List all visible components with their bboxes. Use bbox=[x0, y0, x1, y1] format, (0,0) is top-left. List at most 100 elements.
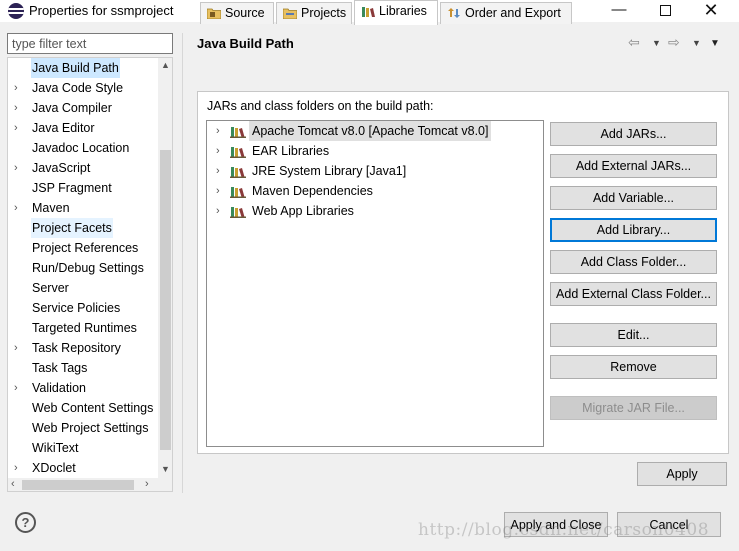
tree-item-label: Java Code Style bbox=[32, 81, 124, 95]
expand-chevron-icon[interactable]: › bbox=[14, 378, 24, 398]
tree-item-label: Task Repository bbox=[32, 341, 121, 355]
library-item[interactable]: › Web App Libraries bbox=[207, 201, 537, 221]
tab-projects[interactable]: Projects bbox=[276, 2, 352, 24]
tree-item-label: Validation bbox=[32, 381, 86, 395]
vertical-scroll-thumb[interactable] bbox=[160, 150, 171, 450]
back-dropdown-icon[interactable]: ▼ bbox=[652, 38, 661, 48]
projects-folder-icon bbox=[283, 8, 297, 19]
tree-item-label: XDoclet bbox=[32, 461, 76, 475]
add-jars-button[interactable]: Add JARs... bbox=[550, 122, 717, 146]
tree-item[interactable]: › Java Code Style bbox=[8, 78, 158, 98]
close-button[interactable]: ✕ bbox=[688, 0, 734, 22]
scroll-up-icon[interactable]: ▲ bbox=[161, 60, 170, 70]
add-variable-button[interactable]: Add Variable... bbox=[550, 186, 717, 210]
library-item[interactable]: › JRE System Library [Java1] bbox=[207, 161, 537, 181]
library-jar-icon bbox=[230, 167, 246, 178]
tab-source[interactable]: Source bbox=[200, 2, 274, 24]
tree-item[interactable]: Server bbox=[8, 278, 158, 298]
tree-item-label: Service Policies bbox=[32, 301, 121, 315]
minimize-button[interactable]: — bbox=[596, 0, 642, 22]
tree-item[interactable]: Service Policies bbox=[8, 298, 158, 318]
tab-libraries[interactable]: Libraries bbox=[354, 0, 438, 25]
tree-item[interactable]: › Task Repository bbox=[8, 338, 158, 358]
tree-item[interactable]: Web Content Settings bbox=[8, 398, 158, 418]
maximize-button[interactable] bbox=[642, 0, 688, 22]
expand-chevron-icon[interactable]: › bbox=[14, 158, 24, 178]
expand-chevron-icon[interactable]: › bbox=[216, 161, 220, 181]
library-item-label: EAR Libraries bbox=[252, 144, 330, 158]
expand-chevron-icon[interactable]: › bbox=[216, 181, 220, 201]
tree-item[interactable]: › JavaScript bbox=[8, 158, 158, 178]
watermark: http://blog.csdn.net/carson0408 bbox=[418, 520, 710, 540]
library-item[interactable]: › Maven Dependencies bbox=[207, 181, 537, 201]
horizontal-scroll-thumb[interactable] bbox=[22, 480, 134, 490]
forward-arrow-icon[interactable]: ⇨ bbox=[668, 34, 680, 51]
library-jar-icon bbox=[230, 127, 246, 138]
expand-chevron-icon[interactable]: › bbox=[14, 118, 24, 138]
tree-item[interactable]: Run/Debug Settings bbox=[8, 258, 158, 278]
apply-button[interactable]: Apply bbox=[637, 462, 727, 486]
maximize-icon bbox=[659, 4, 671, 16]
tree-item[interactable]: Task Tags bbox=[8, 358, 158, 378]
expand-chevron-icon[interactable]: › bbox=[14, 78, 24, 98]
tree-item[interactable]: WikiText bbox=[8, 438, 158, 458]
tree-item-label: WikiText bbox=[32, 441, 79, 455]
tree-item[interactable]: JSP Fragment bbox=[8, 178, 158, 198]
library-item-label: Apache Tomcat v8.0 [Apache Tomcat v8.0] bbox=[249, 121, 492, 141]
eclipse-app-icon bbox=[8, 3, 24, 19]
expand-chevron-icon[interactable]: › bbox=[14, 338, 24, 358]
expand-chevron-icon[interactable]: › bbox=[216, 201, 220, 221]
scroll-right-icon[interactable]: › bbox=[145, 478, 149, 490]
library-item[interactable]: › EAR Libraries bbox=[207, 141, 537, 161]
build-path-label: JARs and class folders on the build path… bbox=[207, 99, 434, 113]
view-menu-icon[interactable]: ▼ bbox=[710, 38, 720, 49]
horizontal-scrollbar[interactable]: ‹ › bbox=[8, 478, 158, 491]
add-external-class-folder-button[interactable]: Add External Class Folder... bbox=[550, 282, 717, 306]
library-jar-icon bbox=[230, 147, 246, 158]
add-external-jars-button[interactable]: Add External JARs... bbox=[550, 154, 717, 178]
add-class-folder-button[interactable]: Add Class Folder... bbox=[550, 250, 717, 274]
tree-item[interactable]: Web Project Settings bbox=[8, 418, 158, 438]
libraries-icon bbox=[362, 7, 375, 17]
tree-item[interactable]: › Java Compiler bbox=[8, 98, 158, 118]
filter-input[interactable] bbox=[7, 33, 173, 54]
library-item[interactable]: › Apache Tomcat v8.0 [Apache Tomcat v8.0] bbox=[207, 121, 537, 141]
tree-item[interactable]: › Maven bbox=[8, 198, 158, 218]
tree-item[interactable]: › Validation bbox=[8, 378, 158, 398]
library-tree[interactable]: › Apache Tomcat v8.0 [Apache Tomcat v8.0]… bbox=[206, 120, 544, 447]
expand-chevron-icon[interactable]: › bbox=[216, 121, 220, 141]
tree-item-label: Java Build Path bbox=[31, 58, 120, 78]
order-export-icon bbox=[448, 8, 460, 18]
vertical-scrollbar[interactable]: ▲ ▼ bbox=[158, 58, 172, 478]
tree-item-label: Targeted Runtimes bbox=[32, 321, 137, 335]
tree-item[interactable]: Javadoc Location bbox=[8, 138, 158, 158]
remove-button[interactable]: Remove bbox=[550, 355, 717, 379]
tab-order-and-export[interactable]: Order and Export bbox=[440, 2, 572, 24]
tree-item[interactable]: Project Facets bbox=[8, 218, 158, 238]
tree-item-label: Project References bbox=[32, 241, 139, 255]
help-icon[interactable]: ? bbox=[15, 512, 36, 533]
add-library-button[interactable]: Add Library... bbox=[550, 218, 717, 242]
library-jar-icon bbox=[230, 187, 246, 198]
tree-item[interactable]: Java Build Path bbox=[8, 58, 158, 78]
forward-dropdown-icon[interactable]: ▼ bbox=[692, 38, 701, 48]
tree-item[interactable]: › Java Editor bbox=[8, 118, 158, 138]
expand-chevron-icon[interactable]: › bbox=[216, 141, 220, 161]
tree-item-label: Project Facets bbox=[31, 218, 113, 238]
tree-item[interactable]: Targeted Runtimes bbox=[8, 318, 158, 338]
panel-sash[interactable] bbox=[182, 33, 183, 493]
tree-item[interactable]: › XDoclet bbox=[8, 458, 158, 478]
tree-item[interactable]: Project References bbox=[8, 238, 158, 258]
page-title: Java Build Path bbox=[197, 36, 294, 51]
expand-chevron-icon[interactable]: › bbox=[14, 458, 24, 478]
expand-chevron-icon[interactable]: › bbox=[14, 98, 24, 118]
tree-item-label: Java Editor bbox=[32, 121, 95, 135]
scroll-left-icon[interactable]: ‹ bbox=[11, 478, 15, 490]
window-title: Properties for ssmproject bbox=[29, 3, 174, 18]
back-arrow-icon[interactable]: ⇦ bbox=[628, 34, 640, 51]
edit-button[interactable]: Edit... bbox=[550, 323, 717, 347]
migrate-jar-button[interactable]: Migrate JAR File... bbox=[550, 396, 717, 420]
scroll-down-icon[interactable]: ▼ bbox=[161, 464, 170, 474]
expand-chevron-icon[interactable]: › bbox=[14, 198, 24, 218]
tree-item-label: Javadoc Location bbox=[32, 141, 130, 155]
